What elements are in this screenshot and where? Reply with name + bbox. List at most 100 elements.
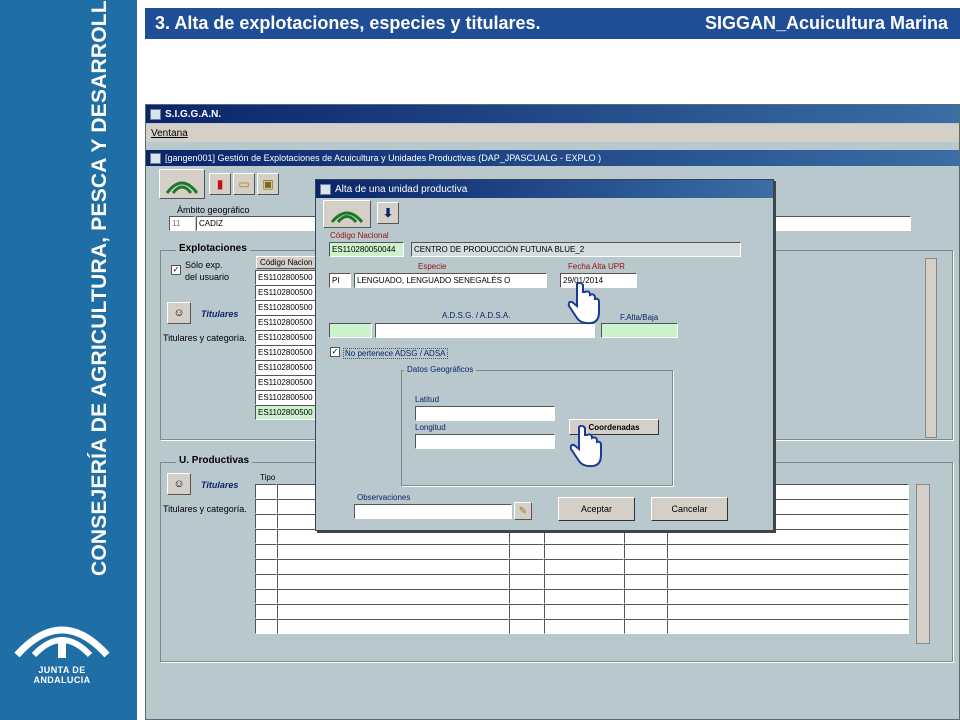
ambito-extra-field[interactable]: [775, 216, 911, 231]
latitud-field[interactable]: [415, 406, 555, 421]
table-row[interactable]: ES1102800500: [255, 360, 319, 375]
table-cell[interactable]: [624, 604, 667, 619]
table-cell[interactable]: [544, 529, 624, 544]
table-cell[interactable]: [255, 559, 277, 574]
table-cell[interactable]: [624, 559, 667, 574]
table-row[interactable]: ES1102800500: [255, 285, 319, 300]
junta-dialog-logo-icon[interactable]: [323, 200, 371, 228]
ambito-label: Ámbito geográfico: [177, 205, 250, 215]
aceptar-button[interactable]: Aceptar: [558, 497, 635, 521]
especie-label: Especie: [418, 262, 447, 271]
download-arrow-icon[interactable]: ⬇: [377, 202, 399, 224]
table-cell[interactable]: [277, 619, 509, 634]
table-row[interactable]: ES1102800500: [255, 375, 319, 390]
table-row[interactable]: ES1102800500: [255, 270, 319, 285]
dialog-titlebar: Alta de una unidad productiva: [316, 180, 773, 198]
cancelar-button[interactable]: Cancelar: [651, 497, 728, 521]
table-cell[interactable]: [667, 574, 909, 589]
open-folder-icon[interactable]: ▭: [233, 173, 255, 195]
titulares-link[interactable]: Titulares: [201, 309, 238, 319]
table-cell[interactable]: [509, 619, 544, 634]
table-cell[interactable]: [544, 589, 624, 604]
especie-code-field[interactable]: PI: [329, 273, 351, 288]
codigo-nacional-field[interactable]: ES110280050044: [329, 242, 404, 257]
table-cell[interactable]: [255, 604, 277, 619]
codigo-desc-field: CENTRO DE PRODUCCIÓN FUTUNA BLUE_2: [411, 242, 741, 257]
table-cell[interactable]: [667, 589, 909, 604]
slide-header: 3. Alta de explotaciones, especies y tit…: [145, 8, 960, 39]
table-cell[interactable]: [667, 559, 909, 574]
no-pertenece-checkbox[interactable]: ✓: [330, 347, 340, 357]
table-cell[interactable]: [544, 559, 624, 574]
table-cell[interactable]: [509, 589, 544, 604]
table-cell[interactable]: [667, 619, 909, 634]
table-cell[interactable]: [277, 529, 509, 544]
table-row[interactable]: ES1102800500: [255, 300, 319, 315]
table-cell[interactable]: [255, 529, 277, 544]
table-row[interactable]: ES1102800500: [255, 345, 319, 360]
table-cell[interactable]: [544, 544, 624, 559]
table-row: [255, 559, 909, 574]
especie-name-field[interactable]: LENGUADO, LENGUADO SENEGALÉS O: [354, 273, 547, 288]
table-row[interactable]: ES1102800500: [255, 330, 319, 345]
titulares-categoria-label: Titulares y categoría.: [163, 333, 247, 343]
titulares-people-icon[interactable]: ☺: [167, 302, 191, 324]
app-titlebar: S.I.G.G.A.N.: [146, 105, 959, 123]
menu-ventana[interactable]: Ventana: [151, 128, 188, 139]
table-cell[interactable]: [277, 559, 509, 574]
fbaja-field[interactable]: [601, 323, 678, 338]
table-cell[interactable]: [544, 619, 624, 634]
solo-exp-checkbox[interactable]: ✓: [171, 265, 181, 275]
table-cell[interactable]: [509, 559, 544, 574]
table-cell[interactable]: [255, 484, 277, 499]
table-row-selected[interactable]: ES1102800500: [255, 405, 319, 420]
table-cell[interactable]: [667, 544, 909, 559]
table-cell[interactable]: [544, 604, 624, 619]
table-cell[interactable]: [509, 529, 544, 544]
table-cell[interactable]: [277, 544, 509, 559]
observaciones-label: Observaciones: [357, 493, 411, 502]
table-cell[interactable]: [255, 619, 277, 634]
edit-pencil-icon[interactable]: ✎: [514, 502, 532, 520]
adsg-code-field[interactable]: [329, 323, 372, 338]
productivas-scrollbar[interactable]: [916, 484, 930, 644]
adsg-name-field[interactable]: [375, 323, 595, 338]
junta-toolbar-logo-icon[interactable]: [159, 169, 205, 199]
form-titlebar: [gangen001] Gestión de Explotaciones de …: [146, 150, 959, 166]
table-cell[interactable]: [255, 514, 277, 529]
ambito-code-field[interactable]: 11: [169, 216, 195, 231]
table-cell[interactable]: [667, 604, 909, 619]
table-cell[interactable]: [624, 544, 667, 559]
longitud-field[interactable]: [415, 434, 555, 449]
ambito-name-field[interactable]: CADIZ: [196, 216, 316, 231]
table-cell[interactable]: [277, 604, 509, 619]
titulares-up-link[interactable]: Titulares: [201, 480, 238, 490]
table-cell[interactable]: [277, 589, 509, 604]
fecha-label: Fecha Alta UPR: [568, 262, 625, 271]
table-row: [255, 589, 909, 604]
table-cell[interactable]: [509, 544, 544, 559]
solo-exp-label: Sólo exp.: [185, 260, 223, 270]
table-cell[interactable]: [509, 574, 544, 589]
exit-door-icon[interactable]: ▮: [209, 173, 231, 195]
table-cell[interactable]: [667, 529, 909, 544]
table-cell[interactable]: [624, 529, 667, 544]
col-codigo-nacional[interactable]: Código Nacion: [256, 256, 318, 269]
table-cell[interactable]: [255, 544, 277, 559]
table-cell[interactable]: [509, 604, 544, 619]
table-cell[interactable]: [255, 574, 277, 589]
observaciones-field[interactable]: [354, 504, 512, 519]
save-disk-icon[interactable]: ▣: [257, 173, 279, 195]
no-pertenece-label: No pertenece ADSG / ADSA: [343, 348, 448, 359]
table-row[interactable]: ES1102800500: [255, 315, 319, 330]
table-cell[interactable]: [624, 589, 667, 604]
explotaciones-scrollbar[interactable]: [925, 258, 937, 438]
table-cell[interactable]: [544, 574, 624, 589]
table-cell[interactable]: [277, 574, 509, 589]
table-cell[interactable]: [624, 574, 667, 589]
table-row[interactable]: ES1102800500: [255, 390, 319, 405]
table-cell[interactable]: [624, 619, 667, 634]
table-cell[interactable]: [255, 589, 277, 604]
table-cell[interactable]: [255, 499, 277, 514]
titulares-up-people-icon[interactable]: ☺: [167, 473, 191, 495]
